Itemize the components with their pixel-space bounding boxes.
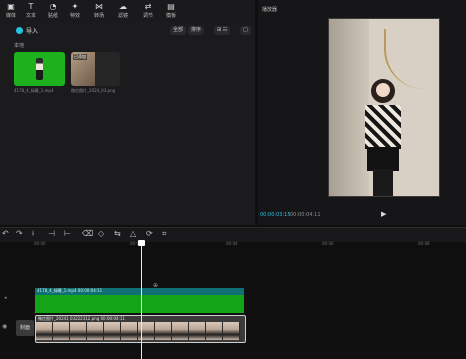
- face-shape: [376, 83, 390, 97]
- transition-icon: ⋈: [95, 2, 103, 11]
- effects-icon: ✦: [71, 2, 79, 11]
- preview-title: 播放器: [262, 7, 278, 13]
- clip-frame: [189, 322, 206, 340]
- play-icon[interactable]: ▶: [381, 210, 386, 218]
- curtain-background: [329, 19, 369, 196]
- ruler-tick: 00:08: [418, 241, 430, 246]
- skirt-shape: [367, 147, 399, 171]
- ruler-tick: 00:06: [322, 241, 334, 246]
- cover-button[interactable]: 封面: [16, 320, 34, 336]
- track-mute-icon[interactable]: ◂: [4, 295, 7, 301]
- crop-icon[interactable]: ⌗: [162, 229, 167, 239]
- time-current: 00:00:03:15: [260, 212, 291, 218]
- reverse-icon[interactable]: ⇆: [114, 229, 121, 238]
- track-visibility-icon[interactable]: ◉: [2, 323, 7, 330]
- undo-icon[interactable]: ↶: [2, 229, 9, 238]
- section-label: 本地: [14, 43, 25, 49]
- green-screen-clip[interactable]: 4178_4_绿幕_1.mp4 00:00:04:11: [35, 288, 244, 313]
- green-clip-label: 4178_4_绿幕_1.mp4 00:00:04:11: [37, 288, 103, 293]
- person-silhouette-icon: [36, 58, 43, 80]
- clip-frame: [121, 322, 138, 340]
- split-right-icon[interactable]: ⊢: [64, 229, 71, 238]
- media-thumb-green[interactable]: [14, 52, 65, 86]
- clip-frame: [104, 322, 121, 340]
- tool-filter[interactable]: ☁ 滤镜: [112, 2, 134, 19]
- ruler-tick: 00:00: [34, 241, 46, 246]
- clip-frame: [155, 322, 172, 340]
- video-canvas[interactable]: [328, 18, 440, 197]
- media-thumb-photo[interactable]: 已添加: [71, 52, 120, 86]
- clip-frame: [172, 322, 189, 340]
- redo-icon[interactable]: ↷: [16, 229, 23, 238]
- playhead-handle[interactable]: [138, 240, 145, 246]
- filter-icon: ☁: [119, 2, 127, 11]
- adjust-icon: ⇄: [144, 2, 152, 11]
- ruler-tick: 00:04: [226, 241, 238, 246]
- freeze-icon[interactable]: ◇: [98, 229, 104, 238]
- clip-frame: [206, 322, 223, 340]
- lamp-icon: [384, 29, 436, 89]
- tool-media[interactable]: ▣ 媒体: [0, 2, 22, 19]
- clip-frame: [223, 322, 240, 340]
- import-button[interactable]: 导入: [26, 26, 38, 35]
- clip-frame: [70, 322, 87, 340]
- view-toggle[interactable]: ⊞ ☷: [214, 26, 231, 35]
- preview-panel: 播放器 00:00:03:15 00:00:04:11 ▶: [258, 0, 466, 225]
- import-icon: [16, 27, 23, 34]
- split-icon[interactable]: ⟊: [32, 229, 34, 239]
- tool-template[interactable]: ▤ 模板: [160, 2, 182, 19]
- tool-effects[interactable]: ✦ 特效: [64, 2, 86, 19]
- playhead[interactable]: [141, 241, 142, 359]
- tool-transition[interactable]: ⋈ 转场: [88, 2, 110, 19]
- top-toolbar: ▣ 媒体 T 文本 ◔ 贴纸 ✦ 特效 ⋈ 转场 ☁ 滤镜 ⇄ 调节 ▤ 模板: [0, 0, 255, 22]
- text-icon: T: [28, 2, 34, 11]
- tool-sticker[interactable]: ◔ 贴纸: [42, 2, 64, 19]
- added-badge: 已添加: [73, 54, 87, 60]
- filter-dropdown[interactable]: 排序: [188, 26, 205, 35]
- sweater-shape: [365, 105, 401, 149]
- legs-shape: [373, 169, 393, 196]
- clip-frame: [36, 322, 53, 340]
- sticker-icon: ◔: [49, 2, 57, 11]
- more-button[interactable]: □: [240, 26, 251, 35]
- tool-adjust[interactable]: ⇄ 调节: [137, 2, 159, 19]
- template-icon: ▤: [167, 2, 175, 11]
- media-panel: 导入 全部 排序 ⊞ ☷ □ 本地 4178_4_绿幕_1.mp4 已添加 微信…: [0, 22, 255, 225]
- mirror-icon[interactable]: △: [130, 229, 136, 238]
- timeline-ruler[interactable]: 00:00 00:02 00:04 00:06 00:08: [34, 241, 466, 251]
- timeline-toolbar: ↶ ↷ ⟊ ⊣ ⊢ ⌫ ◇ ⇆ △ ⟳ ⌗: [0, 227, 466, 242]
- media-icon: ▣: [7, 2, 15, 11]
- time-total: 00:00:04:11: [290, 212, 321, 218]
- clip-frame: [87, 322, 104, 340]
- rotate-icon[interactable]: ⟳: [146, 229, 153, 238]
- split-left-icon[interactable]: ⊣: [48, 229, 55, 238]
- sort-dropdown[interactable]: 全部: [170, 26, 187, 35]
- media-caption-2: 微信图片_2024_03.png: [71, 88, 116, 93]
- media-caption-1: 4178_4_绿幕_1.mp4: [14, 88, 54, 93]
- clip-frame: [53, 322, 70, 340]
- delete-icon[interactable]: ⌫: [82, 229, 93, 238]
- tool-text[interactable]: T 文本: [20, 2, 42, 19]
